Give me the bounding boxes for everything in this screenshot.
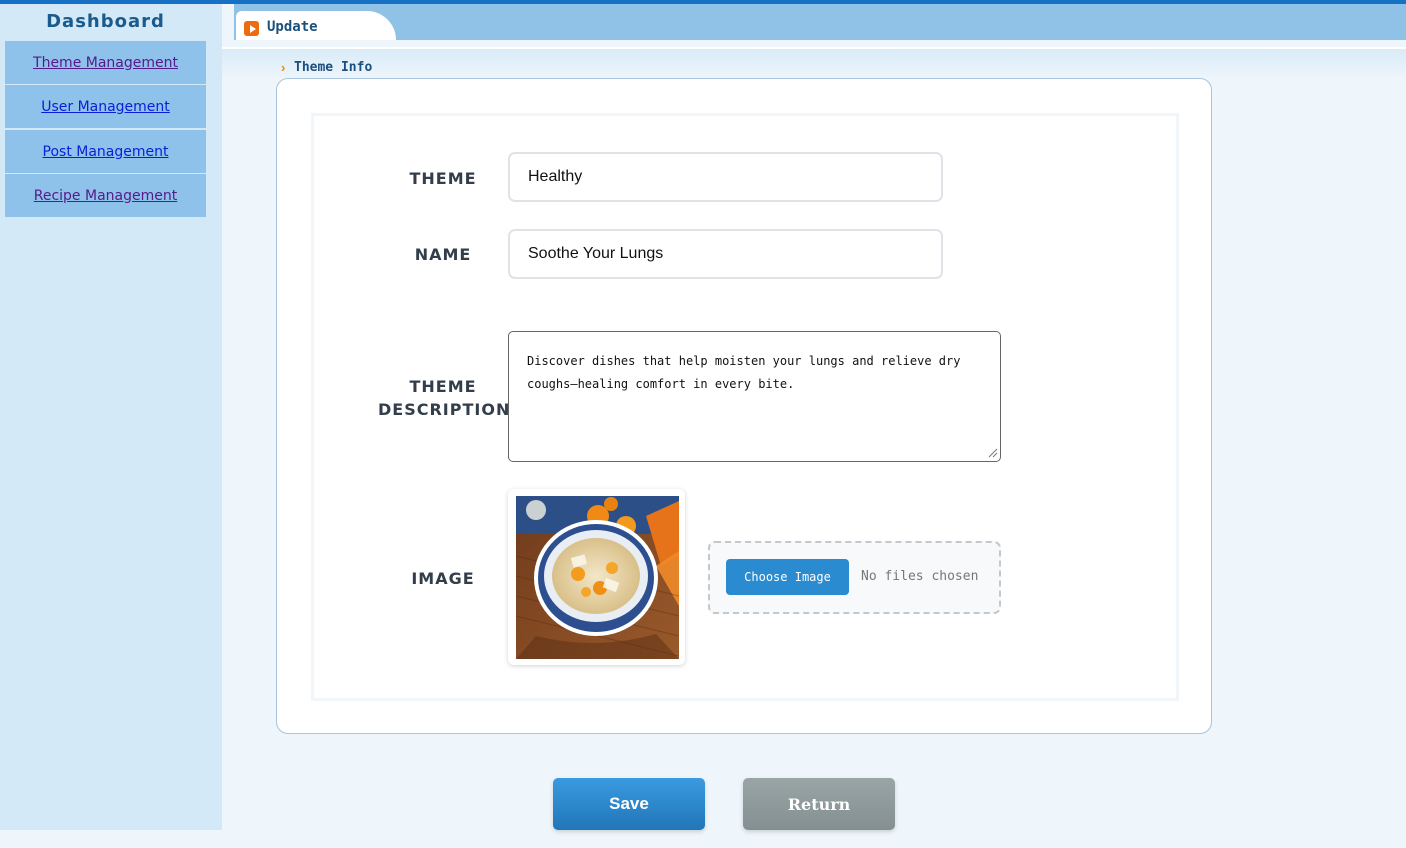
sidebar-item-label[interactable]: Recipe Management xyxy=(34,188,177,204)
description-label-line1: THEME xyxy=(409,377,477,396)
description-label-line2: DESCRIPTION xyxy=(378,400,511,419)
image-label: IMAGE xyxy=(411,569,475,588)
description-textarea[interactable]: Discover dishes that help moisten your l… xyxy=(508,331,1001,462)
sidebar-item-theme-management[interactable]: Theme Management xyxy=(5,41,206,84)
resize-handle-icon[interactable] xyxy=(987,447,998,458)
save-button[interactable]: Save xyxy=(553,778,705,830)
choose-image-button[interactable]: Choose Image xyxy=(726,559,849,595)
sidebar-title: Dashboard xyxy=(46,11,165,32)
description-label: THEME DESCRIPTION xyxy=(378,375,511,421)
name-label: NAME xyxy=(414,245,472,264)
sidebar-item-label[interactable]: Post Management xyxy=(43,144,169,160)
sidebar-item-user-management[interactable]: User Management xyxy=(5,85,206,128)
sidebar-item-recipe-management[interactable]: Recipe Management xyxy=(5,174,206,217)
chevron-right-icon: › xyxy=(281,60,286,75)
file-status: No files chosen xyxy=(861,569,979,584)
theme-input[interactable]: Healthy xyxy=(508,152,943,202)
sidebar-item-label[interactable]: User Management xyxy=(41,99,170,115)
play-icon xyxy=(244,21,259,36)
tab-bar xyxy=(234,4,1406,40)
sidebar-item-post-management[interactable]: Post Management xyxy=(5,130,206,173)
tab-label[interactable]: Update xyxy=(267,19,318,35)
name-input[interactable]: Soothe Your Lungs xyxy=(508,229,943,279)
theme-label: THEME xyxy=(409,169,477,188)
image-preview xyxy=(516,496,679,659)
return-button[interactable]: Return xyxy=(743,778,895,830)
breadcrumb: Theme Info xyxy=(294,60,373,75)
header-fade xyxy=(222,49,1406,79)
sidebar-item-label[interactable]: Theme Management xyxy=(33,55,178,71)
